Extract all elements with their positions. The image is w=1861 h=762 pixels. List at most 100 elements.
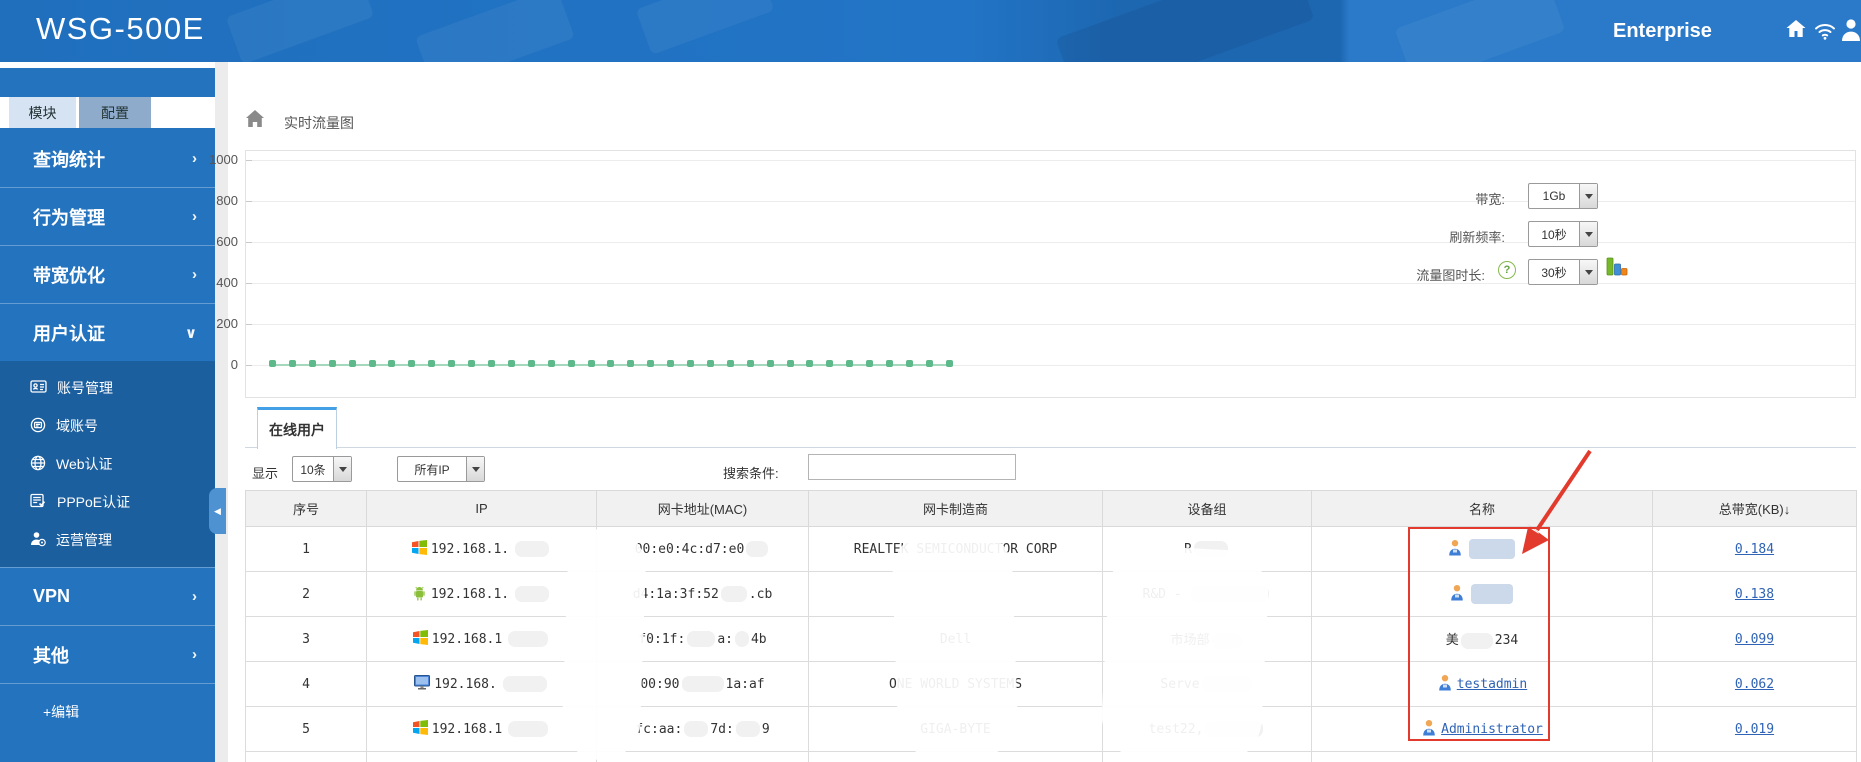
domain-account-icon [30, 417, 46, 436]
axis-tick [246, 283, 252, 284]
cell-name: 美 [1445, 632, 1459, 648]
search-label: 搜索条件: [723, 466, 779, 481]
page-size-select[interactable]: 10条 [292, 456, 352, 482]
data-point [428, 360, 436, 367]
android-icon [412, 585, 427, 604]
tab-modules[interactable]: 模块 [9, 97, 76, 128]
dropdown-arrow-icon[interactable] [466, 457, 484, 481]
home-icon[interactable] [1784, 17, 1810, 43]
data-point [368, 360, 376, 367]
sidebar-item-vpn[interactable]: VPN › [0, 567, 215, 626]
user-link[interactable]: testadmin [1457, 677, 1527, 692]
bandwidth-link[interactable]: 0.062 [1735, 677, 1774, 692]
col-header-mac[interactable]: 网卡地址(MAC) [596, 490, 809, 527]
col-header-bandwidth[interactable]: 总带宽(KB)↓ [1652, 490, 1857, 527]
sidebar-gutter [215, 62, 228, 762]
sidebar-item-query-stats[interactable]: 查询统计 › [0, 130, 215, 188]
bandwidth-link[interactable]: 0.184 [1735, 542, 1774, 557]
operator-icon [30, 531, 46, 550]
search-input[interactable] [808, 454, 1016, 480]
dropdown-arrow-icon[interactable] [1579, 260, 1597, 284]
dropdown-arrow-icon[interactable] [1579, 222, 1597, 246]
id-card-icon [30, 379, 47, 397]
cell-mac: a: [717, 631, 733, 647]
col-header-vendor[interactable]: 网卡制造商 [808, 490, 1103, 527]
data-point [527, 360, 535, 367]
data-point [667, 360, 675, 367]
person-icon [1421, 719, 1437, 739]
user-link[interactable]: Administrator [1441, 722, 1543, 737]
redaction [684, 721, 709, 738]
cell-ip: 192.168.1. [430, 541, 510, 557]
sidebar-item-account-mgmt[interactable]: 账号管理 [0, 369, 215, 407]
person-icon [1449, 584, 1465, 604]
sidebar-collapse-handle[interactable]: ◀ [209, 488, 226, 534]
sidebar-item-user-auth[interactable]: 用户认证 ∨ [0, 304, 215, 361]
refresh-rate-select[interactable]: 10秒 [1528, 221, 1598, 247]
doc-check-icon [30, 493, 47, 511]
axis-tick [246, 160, 252, 161]
data-point [766, 360, 774, 367]
data-point [687, 360, 695, 367]
y-axis-tick-label: 800 [216, 193, 238, 208]
y-axis-tick-label: 600 [216, 234, 238, 249]
axis-tick [246, 242, 252, 243]
sidebar-submenu: 账号管理 域账号 Web认证 PPPoE认证 运营管理 [0, 361, 215, 567]
bandwidth-link[interactable]: 0.019 [1735, 722, 1774, 737]
sidebar-item-web-auth[interactable]: Web认证 [0, 445, 215, 483]
bandwidth-link[interactable]: 0.099 [1735, 632, 1774, 647]
ip-filter-select[interactable]: 所有IP [397, 456, 485, 482]
data-point [786, 360, 794, 367]
online-users-table: 序号 IP 网卡地址(MAC) 网卡制造商 设备组 名称 总带宽(KB)↓ 1 … [245, 490, 1857, 762]
help-icon[interactable]: ? [1498, 261, 1516, 279]
col-header-ip[interactable]: IP [366, 490, 597, 527]
sidebar-item-other[interactable]: 其他 › [0, 626, 215, 684]
sidebar-menu: 查询统计 › 行为管理 › 带宽优化 › 用户认证 ∨ 账号管理 域账号 Web… [0, 130, 215, 722]
breadcrumb-home-icon[interactable] [246, 110, 264, 132]
data-point [627, 360, 635, 367]
dropdown-arrow-icon[interactable] [333, 457, 351, 481]
breadcrumb: 实时流量图 [284, 115, 354, 131]
sidebar-item-pppoe-auth[interactable]: PPPoE认证 [0, 483, 215, 521]
bar-chart-icon[interactable] [1606, 256, 1628, 282]
sidebar-item-label: 带宽优化 [33, 265, 105, 286]
duration-value: 30秒 [1541, 265, 1567, 280]
col-header-index[interactable]: 序号 [245, 490, 367, 527]
sidebar-item-domain-account[interactable]: 域账号 [0, 407, 215, 445]
cell-name: 234 [1494, 633, 1519, 649]
duration-select[interactable]: 30秒 [1528, 259, 1598, 285]
table-row: 6 192.168.1.6 6a:52:72:3:e4 Servers - 1 … [245, 751, 1857, 762]
col-header-name[interactable]: 名称 [1311, 490, 1653, 527]
sidebar-subitem-label: PPPoE认证 [57, 494, 131, 510]
sidebar-subitem-label: Web认证 [56, 456, 113, 472]
axis-tick [246, 365, 252, 366]
sidebar-item-behavior-mgmt[interactable]: 行为管理 › [0, 188, 215, 246]
cell-ip: 192.168.1 [431, 631, 503, 647]
user-icon[interactable] [1840, 17, 1861, 43]
data-point [866, 360, 874, 367]
sidebar-subitem-label: 域账号 [56, 418, 98, 434]
show-label: 显示 [252, 466, 279, 481]
col-header-group[interactable]: 设备组 [1102, 490, 1312, 527]
tab-online-users[interactable]: 在线用户 [257, 407, 337, 449]
bandwidth-link[interactable]: 0.138 [1735, 587, 1774, 602]
redaction [1469, 539, 1515, 559]
top-header: WSG-500E Enterprise [0, 0, 1861, 62]
cell-mac: 1a:af [725, 676, 765, 692]
redaction [681, 676, 724, 693]
dropdown-arrow-icon[interactable] [1579, 184, 1597, 208]
sidebar-item-bandwidth-opt[interactable]: 带宽优化 › [0, 246, 215, 304]
gridline [246, 242, 1855, 243]
sidebar-item-operation-mgmt[interactable]: 运营管理 [0, 521, 215, 559]
bandwidth-select[interactable]: 1Gb [1528, 183, 1598, 209]
redaction-smudge [890, 525, 1020, 762]
redaction [746, 541, 769, 558]
redaction [508, 721, 549, 737]
sidebar-tabbar: 模块 配置 [0, 97, 215, 128]
cell-ip: 192.168. [434, 676, 497, 692]
tab-config[interactable]: 配置 [79, 97, 151, 128]
y-axis-tick-label: 200 [216, 316, 238, 331]
sidebar-item-label: 其他 [33, 645, 69, 666]
wifi-icon[interactable] [1813, 19, 1839, 45]
sidebar-edit-button[interactable]: +编辑 [0, 684, 215, 722]
